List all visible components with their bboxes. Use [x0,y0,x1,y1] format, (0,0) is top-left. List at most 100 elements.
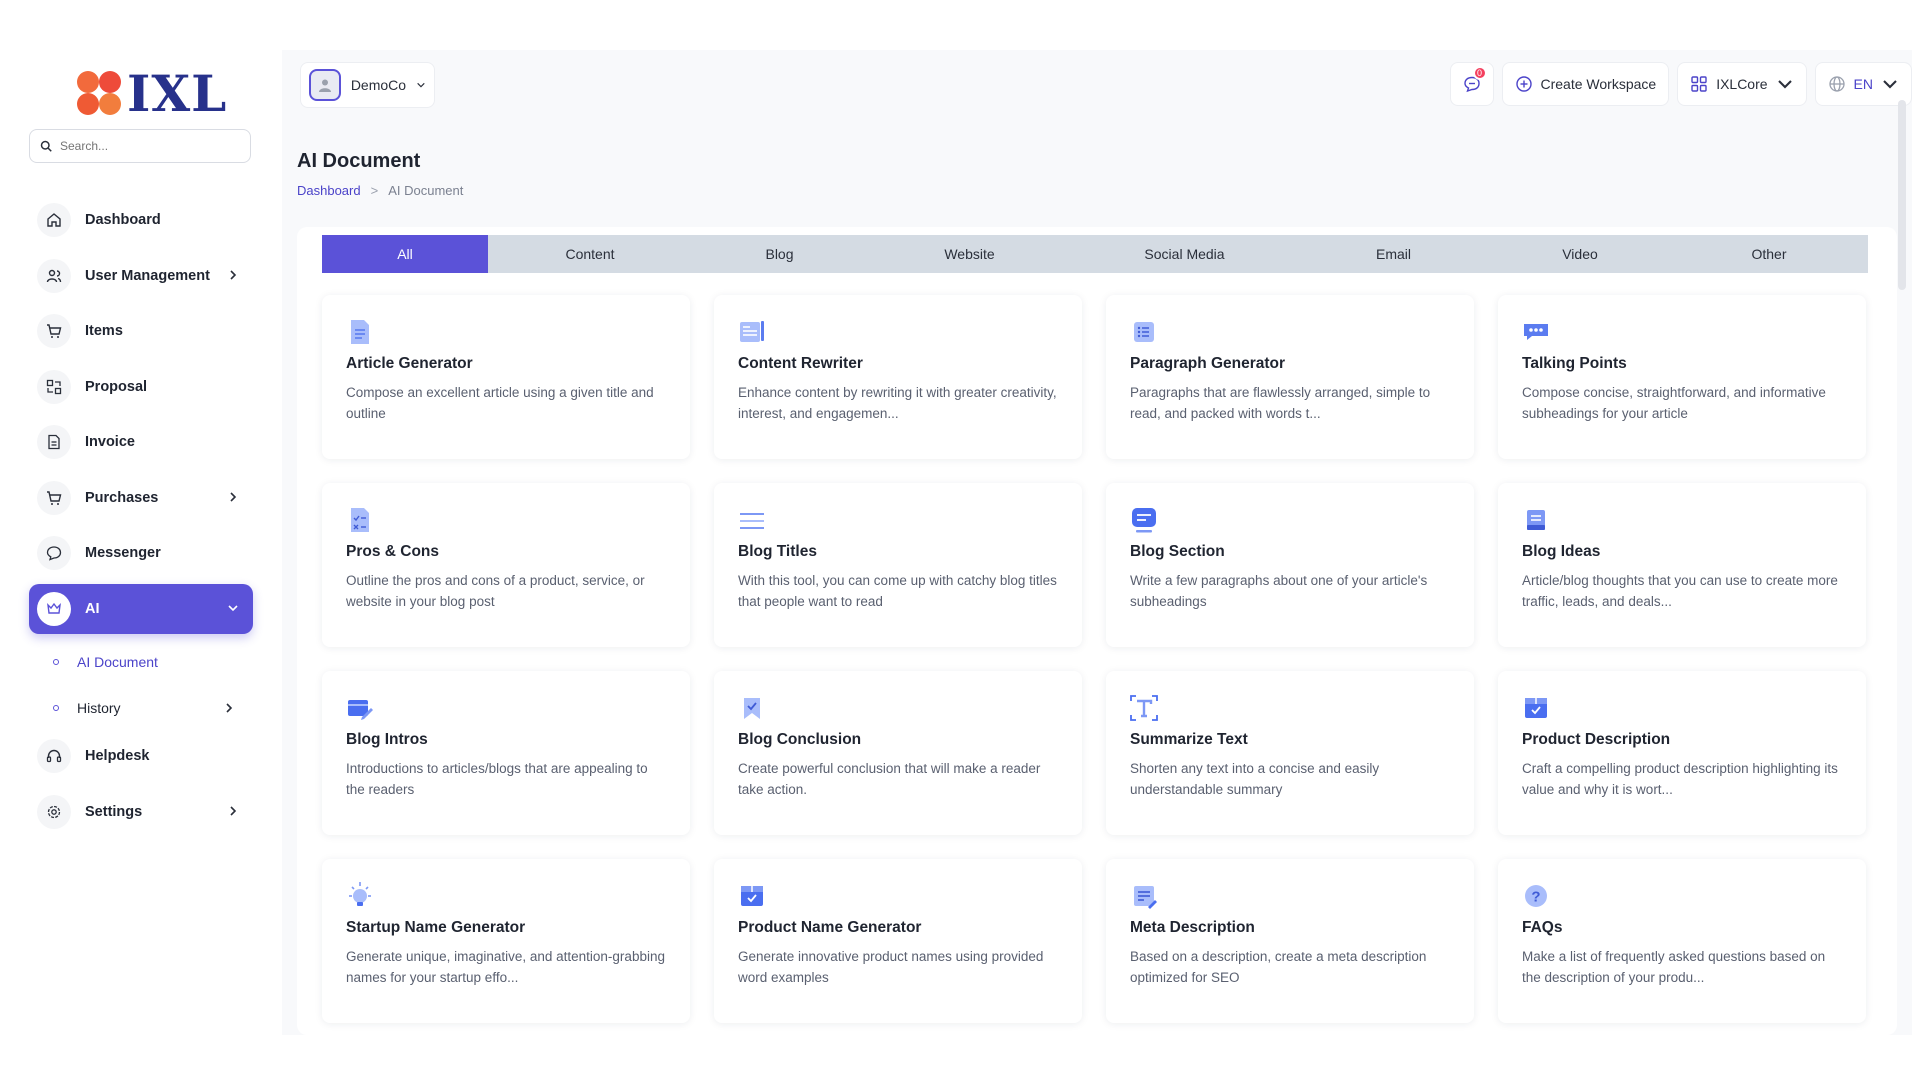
breadcrumb: Dashboard > AI Document [297,183,463,198]
card-description: Introductions to articles/blogs that are… [346,761,648,797]
search-input[interactable] [60,139,240,153]
gear-icon [37,794,71,829]
card-description: Write a few paragraphs about one of your… [1130,573,1428,609]
apps-icon [1691,76,1707,92]
card-title: Startup Name Generator [346,919,526,936]
chevron-down-icon [1883,80,1897,89]
logo-mark-icon [77,71,123,117]
template-card-startup-name-generator[interactable]: Startup Name Generator Generate unique, … [322,859,690,1023]
card-title: Pros & Cons [346,543,440,560]
tab-other[interactable]: Other [1670,235,1868,273]
sidebar-item-label: Helpdesk [85,748,150,764]
ai-document-panel: All Content Blog Website Social Media Em… [297,227,1897,1035]
template-grid: Article Generator Compose an excellent a… [322,295,1868,1023]
sidebar-item-items[interactable]: Items [29,306,253,356]
category-tabs: All Content Blog Website Social Media Em… [322,235,1868,273]
template-card-product-name-generator[interactable]: Product Name Generator Generate innovati… [714,859,1082,1023]
language-switcher[interactable]: EN [1814,62,1912,106]
topbar: DemoCo 0 Create Workspace IXLCore EN [282,50,1912,120]
tab-video[interactable]: Video [1490,235,1670,273]
sidebar-item-helpdesk[interactable]: Helpdesk [29,731,253,781]
tab-all[interactable]: All [322,235,488,273]
headset-icon [37,739,71,773]
template-card-blog-ideas[interactable]: Blog Ideas Article/blog thoughts that yo… [1498,483,1866,647]
sidebar-item-proposal[interactable]: Proposal [29,362,253,412]
template-card-content-rewriter[interactable]: Content Rewriter Enhance content by rewr… [714,295,1082,459]
card-description: Enhance content by rewriting it with gre… [738,385,1057,421]
card-title: Talking Points [1522,355,1627,372]
card-title: Meta Description [1130,919,1255,936]
workspace-name: IXLCore [1716,76,1768,92]
template-card-meta-description[interactable]: Meta Description Based on a description,… [1106,859,1474,1023]
card-description: Generate innovative product names using … [738,949,1044,985]
template-card-paragraph-generator[interactable]: Paragraph Generator Paragraphs that are … [1106,295,1474,459]
sidebar-nav: Dashboard User Management Items Proposal… [29,195,253,842]
tab-website[interactable]: Website [867,235,1072,273]
sidebar-item-user-management[interactable]: User Management [29,251,253,301]
cart-icon [37,314,71,348]
template-card-blog-conclusion[interactable]: Blog Conclusion Create powerful conclusi… [714,671,1082,835]
svg-text:?: ? [1531,889,1540,906]
text-frame-icon [1130,693,1158,723]
users-icon [37,258,71,293]
globe-icon [1828,76,1845,92]
tab-content[interactable]: Content [488,235,692,273]
purchases-icon [37,480,71,515]
template-card-summarize-text[interactable]: Summarize Text Shorten any text into a c… [1106,671,1474,835]
tab-email[interactable]: Email [1297,235,1490,273]
article-doc-icon [346,317,374,347]
template-card-blog-intros[interactable]: Blog Intros Introductions to articles/bl… [322,671,690,835]
main-content: DemoCo 0 Create Workspace IXLCore EN AI … [282,50,1912,1035]
sidebar-item-purchases[interactable]: Purchases [29,473,253,523]
template-card-pros-cons[interactable]: Pros & Cons Outline the pros and cons of… [322,483,690,647]
create-workspace-button[interactable]: Create Workspace [1501,62,1670,106]
template-card-blog-section[interactable]: Blog Section Write a few paragraphs abou… [1106,483,1474,647]
logo-text: IXL [127,64,228,123]
card-description: Article/blog thoughts that you can use t… [1522,573,1838,609]
template-card-faqs[interactable]: ? FAQs Make a list of frequently asked q… [1498,859,1866,1023]
scrollbar[interactable] [1898,100,1906,290]
card-description: Compose concise, straightforward, and in… [1522,385,1826,421]
sidebar-subitem-label: AI Document [77,654,158,670]
card-description: Based on a description, create a meta de… [1130,949,1427,985]
sidebar-subitem-ai-document[interactable]: AI Document [29,639,253,685]
card-title: Summarize Text [1130,731,1248,748]
chat-icon [37,536,71,570]
bullet-icon [53,705,59,711]
logo[interactable]: IXL [77,64,228,123]
sidebar-subitem-history[interactable]: History [29,685,253,731]
breadcrumb-dashboard-link[interactable]: Dashboard [297,183,361,198]
template-card-article-generator[interactable]: Article Generator Compose an excellent a… [322,295,690,459]
notebook-icon [1522,505,1550,535]
card-title: Product Description [1522,731,1671,748]
lightbulb-icon [346,881,374,911]
sidebar-item-settings[interactable]: Settings [29,787,253,837]
sidebar-item-label: Messenger [85,545,161,561]
sidebar-item-ai[interactable]: AI [29,583,253,634]
sidebar-item-label: Proposal [85,378,148,395]
template-card-blog-titles[interactable]: Blog Titles With this tool, you can come… [714,483,1082,647]
tab-social-media[interactable]: Social Media [1072,235,1297,273]
workspace-switcher[interactable]: IXLCore [1677,62,1807,106]
company-name: DemoCo [350,77,407,93]
tab-blog[interactable]: Blog [692,235,867,273]
card-title: Blog Section [1130,543,1225,560]
company-switcher[interactable]: DemoCo [300,62,435,108]
search-icon [40,140,52,152]
card-title: Content Rewriter [738,355,863,372]
proposal-icon [37,369,71,404]
template-card-talking-points[interactable]: Talking Points Compose concise, straight… [1498,295,1866,459]
sidebar-item-label: Settings [85,803,143,820]
sidebar-item-messenger[interactable]: Messenger [29,528,253,578]
chevron-right-icon [230,491,237,502]
template-card-product-description[interactable]: Product Description Craft a compelling p… [1498,671,1866,835]
sidebar-item-dashboard[interactable]: Dashboard [29,195,253,245]
notifications-button[interactable]: 0 [1449,62,1494,106]
card-description: Make a list of frequently asked question… [1522,949,1826,985]
rewrite-icon [738,317,766,347]
card-description: With this tool, you can come up with cat… [738,573,1057,609]
plus-circle-icon [1515,76,1532,92]
sidebar-item-invoice[interactable]: Invoice [29,417,253,467]
sidebar-item-label: Purchases [85,489,159,506]
search-box[interactable] [29,129,251,163]
